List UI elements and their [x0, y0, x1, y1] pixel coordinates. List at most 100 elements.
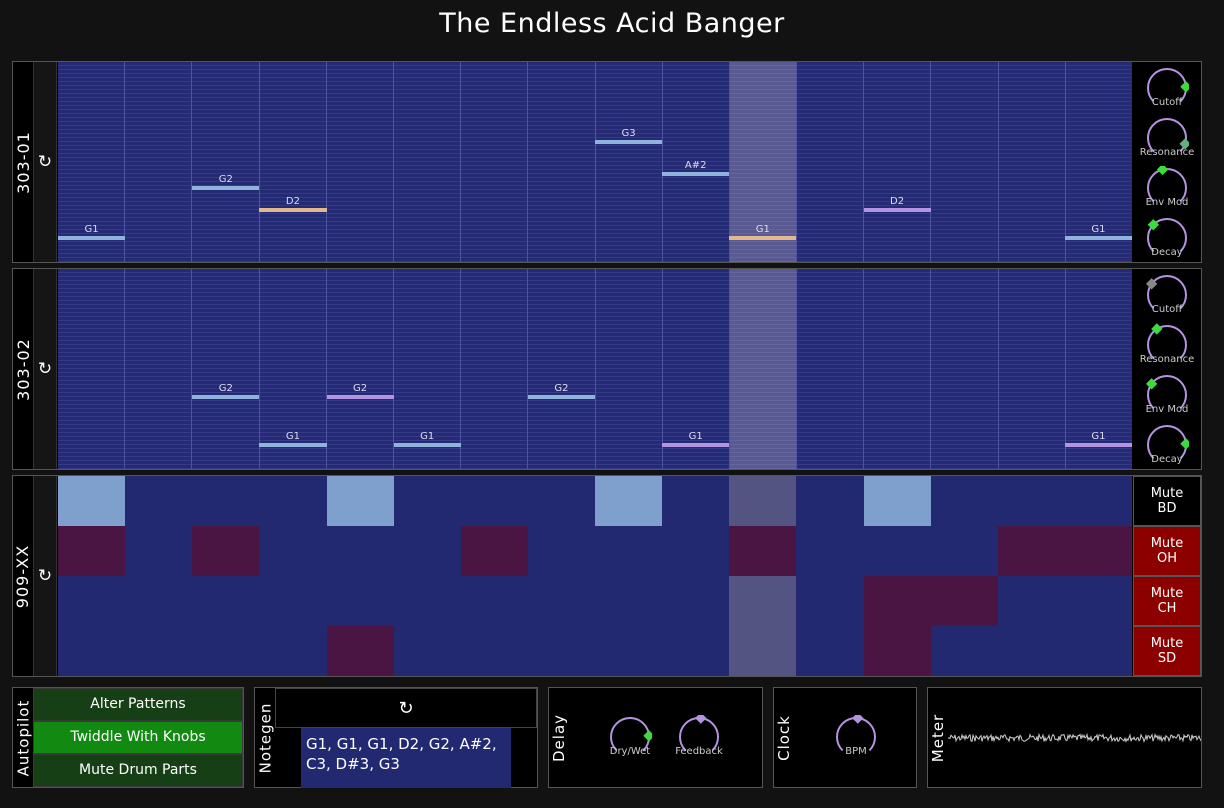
note-grid[interactable]: G2 G1 G2 G1 G2 G1 G1: [58, 269, 1132, 469]
drum-cell-oh[interactable]: [460, 526, 528, 576]
step-column[interactable]: [528, 269, 596, 469]
drum-cell-ch[interactable]: [528, 576, 595, 626]
step-column[interactable]: [998, 62, 1066, 262]
drum-cell-oh[interactable]: [997, 526, 1065, 576]
drum-cell-sd[interactable]: [998, 626, 1065, 676]
knob-env-mod[interactable]: Env Mod: [1133, 162, 1201, 212]
knob-feedback[interactable]: Feedback: [665, 711, 733, 761]
twiddle-with-knobs-button[interactable]: Twiddle With Knobs: [33, 721, 243, 754]
drum-cell-bd[interactable]: [259, 476, 326, 526]
drum-cell-ch[interactable]: [796, 576, 863, 626]
drum-cell-sd[interactable]: [394, 626, 461, 676]
drum-cell-bd[interactable]: [931, 476, 998, 526]
step-column[interactable]: [461, 62, 529, 262]
note-bar[interactable]: [729, 236, 797, 240]
drum-cell-ch[interactable]: [394, 576, 461, 626]
drum-cell-ch[interactable]: [595, 576, 662, 626]
drum-cell-sd[interactable]: [662, 626, 729, 676]
note-bar[interactable]: [326, 395, 394, 399]
note-bar[interactable]: [259, 208, 327, 212]
note-grid[interactable]: G1 G2 D2 G3 A#2 G1 D2 G1: [58, 62, 1132, 262]
drum-cell-ch[interactable]: [1065, 576, 1132, 626]
knob-cutoff[interactable]: Cutoff: [1133, 62, 1201, 112]
drum-cell-oh[interactable]: [595, 526, 662, 576]
step-column[interactable]: [931, 62, 999, 262]
step-column[interactable]: [326, 62, 394, 262]
drum-cell-sd[interactable]: [863, 626, 931, 676]
note-bar[interactable]: [58, 236, 126, 240]
note-bar[interactable]: [192, 186, 260, 190]
drum-cell-bd[interactable]: [998, 476, 1065, 526]
drum-cell-bd[interactable]: [58, 476, 126, 526]
step-column[interactable]: [864, 269, 932, 469]
step-column[interactable]: [931, 269, 999, 469]
drum-cell-sd[interactable]: [461, 626, 528, 676]
drum-cell-oh[interactable]: [796, 526, 863, 576]
drum-cell-ch[interactable]: [192, 576, 259, 626]
step-column[interactable]: [729, 269, 798, 469]
knob-decay[interactable]: Decay: [1133, 212, 1201, 262]
drum-cell-bd[interactable]: [796, 476, 863, 526]
drum-cell-bd[interactable]: [863, 476, 931, 526]
step-column[interactable]: [125, 62, 193, 262]
knob-dry-wet[interactable]: Dry/Wet: [596, 711, 664, 761]
alter-patterns-button[interactable]: Alter Patterns: [33, 688, 243, 721]
drum-cell-oh[interactable]: [662, 526, 729, 576]
step-column[interactable]: [58, 269, 126, 469]
knob-decay[interactable]: Decay: [1133, 419, 1201, 469]
drum-cell-oh[interactable]: [192, 526, 260, 576]
note-bar[interactable]: [662, 172, 730, 176]
drum-cell-sd[interactable]: [931, 626, 998, 676]
step-column[interactable]: [192, 62, 260, 262]
drum-cell-oh[interactable]: [125, 526, 192, 576]
drum-cell-bd[interactable]: [125, 476, 192, 526]
notegen-refresh-button[interactable]: ↻: [275, 688, 537, 728]
drum-cell-ch[interactable]: [125, 576, 192, 626]
drum-cell-ch[interactable]: [930, 576, 998, 626]
drum-cell-bd[interactable]: [192, 476, 259, 526]
step-column[interactable]: [393, 62, 462, 262]
drum-cell-sd[interactable]: [528, 626, 595, 676]
drum-cell-ch[interactable]: [327, 576, 394, 626]
step-column[interactable]: [595, 269, 663, 469]
drum-cell-oh[interactable]: [259, 526, 326, 576]
drum-cell-bd[interactable]: [1065, 476, 1132, 526]
mute-drum-parts-button[interactable]: Mute Drum Parts: [33, 754, 243, 787]
drum-cell-ch[interactable]: [259, 576, 326, 626]
mute-sd-button[interactable]: Mute SD: [1133, 626, 1201, 676]
drum-cell-sd[interactable]: [58, 626, 125, 676]
loop-icon[interactable]: ↻: [33, 476, 57, 676]
drum-cell-oh[interactable]: [394, 526, 461, 576]
drum-cell-ch[interactable]: [729, 576, 797, 626]
knob-env-mod[interactable]: Env Mod: [1133, 369, 1201, 419]
knob-cutoff[interactable]: Cutoff: [1133, 269, 1201, 319]
loop-icon[interactable]: ↻: [33, 62, 57, 262]
note-bar[interactable]: [192, 395, 260, 399]
drum-cell-bd[interactable]: [662, 476, 729, 526]
mute-ch-button[interactable]: Mute CH: [1133, 576, 1201, 626]
drum-grid[interactable]: [58, 476, 1132, 676]
step-column[interactable]: [864, 62, 932, 262]
step-column[interactable]: [125, 269, 193, 469]
step-column[interactable]: [797, 269, 865, 469]
drum-cell-sd[interactable]: [729, 626, 797, 676]
knob-bpm[interactable]: BPM: [822, 711, 890, 761]
drum-cell-sd[interactable]: [125, 626, 192, 676]
note-bar[interactable]: [1064, 236, 1132, 240]
note-bar[interactable]: [662, 443, 730, 447]
step-column[interactable]: [326, 269, 394, 469]
drum-cell-bd[interactable]: [326, 476, 394, 526]
step-column[interactable]: [528, 62, 596, 262]
drum-cell-oh[interactable]: [58, 526, 126, 576]
drum-cell-ch[interactable]: [662, 576, 729, 626]
drum-cell-bd[interactable]: [528, 476, 595, 526]
step-column[interactable]: [797, 62, 865, 262]
note-bar[interactable]: [863, 208, 931, 212]
drum-cell-sd[interactable]: [192, 626, 259, 676]
note-bar[interactable]: [1064, 443, 1132, 447]
drum-cell-oh[interactable]: [729, 526, 797, 576]
knob-resonance[interactable]: Resonance: [1133, 319, 1201, 369]
note-bar[interactable]: [259, 443, 327, 447]
drum-cell-sd[interactable]: [1065, 626, 1132, 676]
drum-cell-oh[interactable]: [931, 526, 998, 576]
